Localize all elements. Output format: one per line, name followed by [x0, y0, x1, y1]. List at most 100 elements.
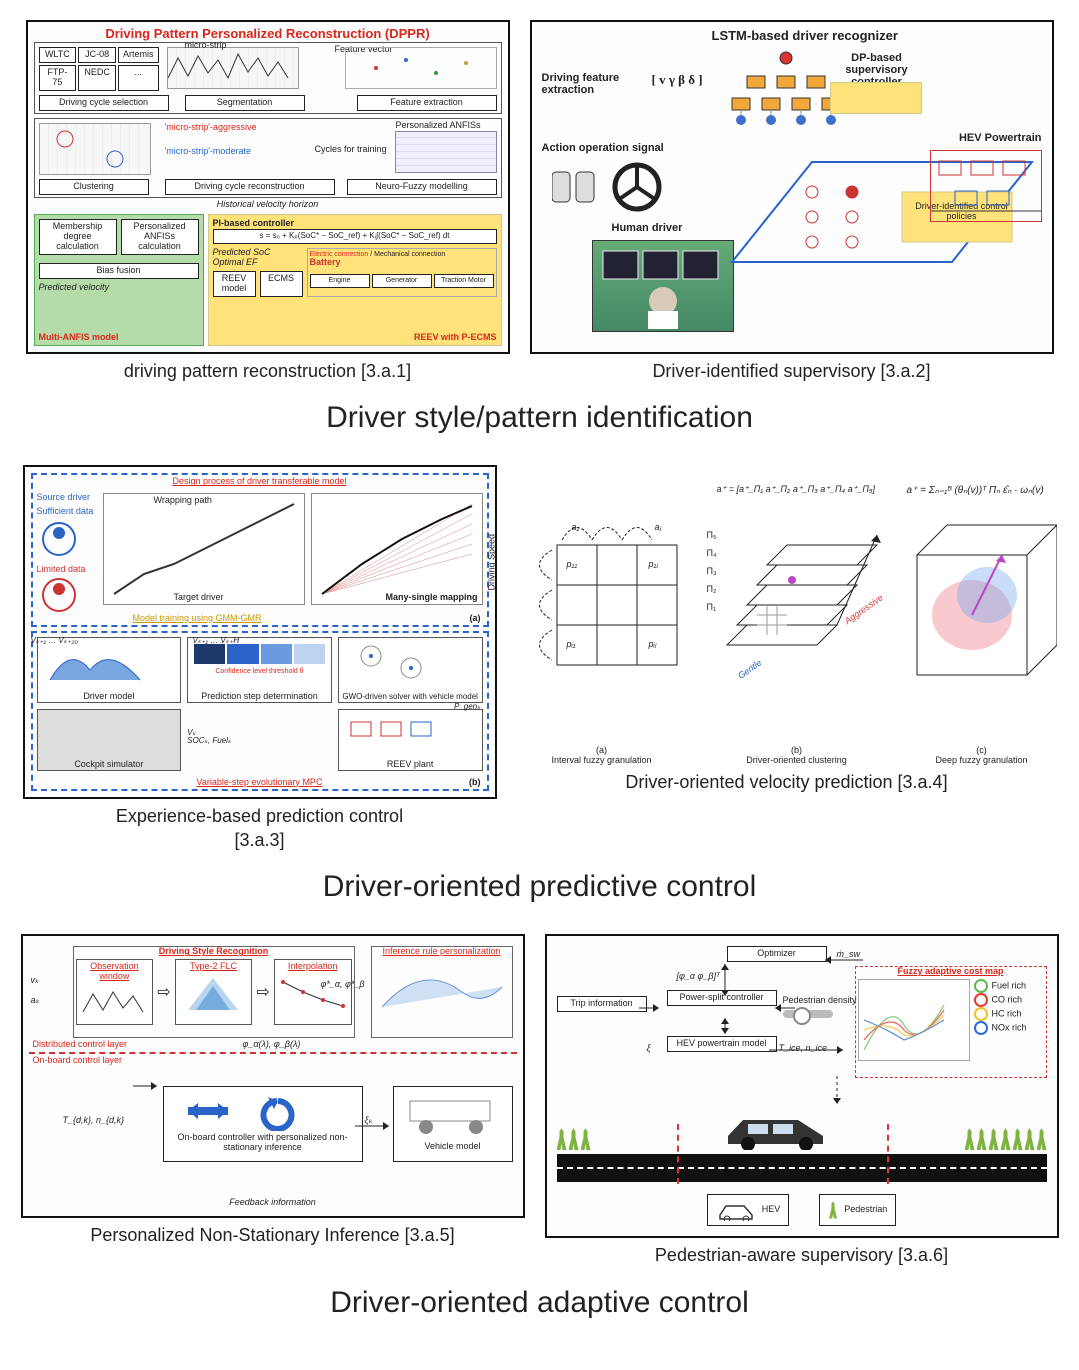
cycle-nedc: NEDC	[78, 65, 116, 91]
anfis-calc: Personalized ANFISs calculation	[121, 219, 199, 255]
label-clustering: Clustering	[39, 179, 149, 195]
interp-label: Interpolation	[277, 962, 349, 972]
micro-strip-label: micro-strip	[185, 41, 227, 51]
hev-legend-icon	[716, 1199, 756, 1221]
cockpit-box: Cockpit simulator	[38, 760, 181, 770]
ak-label: aₖ	[31, 996, 40, 1006]
vk-label: vₖ	[31, 976, 39, 986]
source-driver: Source driver	[37, 493, 91, 503]
phi-lambda: φ_α(λ), φ_β(λ)	[243, 1040, 301, 1050]
flc-label: Type-2 FLC	[178, 962, 250, 972]
hev-block-icon	[930, 150, 1042, 222]
driver-model-box: Driver model	[38, 692, 181, 702]
label-driving-cycle-selection: Driving cycle selection	[39, 95, 169, 111]
design-title: Design process of driver transferable mo…	[33, 477, 487, 487]
membership-calc: Membership degree calculation	[39, 219, 117, 255]
ecms-box: ECMS	[260, 271, 303, 297]
cycle-ftp75: FTP-75	[39, 65, 77, 91]
obs-label: Observation window	[79, 962, 151, 982]
rule-label: Inference rule personalization	[372, 947, 512, 957]
bias-fusion: Bias fusion	[39, 263, 199, 279]
human-driver-label: Human driver	[612, 222, 683, 234]
section-2-title: Driver-oriented predictive control	[20, 870, 1059, 904]
panel-dppr: Driving Pattern Personalized Reconstruct…	[26, 20, 510, 383]
history-label: Historical velocity horizon	[28, 200, 508, 210]
cycle-jc08: JC-08	[78, 47, 116, 63]
pedestrians-left	[557, 1128, 591, 1150]
fig-velocity-pred: a₁ aⱼ p₁₁ p₁ⱼ pᵢ₁ pᵢⱼ a⁺ = [a⁺_Π₁ a⁺_Π₂ …	[517, 465, 1057, 765]
xi-label-6: ξ	[647, 1044, 651, 1054]
lstm-title: LSTM-based driver recognizer	[712, 28, 898, 43]
limited: Limited data	[37, 565, 86, 575]
cycle-wltc: WLTC	[39, 47, 77, 63]
fig-dppr: Driving Pattern Personalized Reconstruct…	[26, 20, 510, 354]
label-feature-extraction: Feature extraction	[357, 95, 497, 111]
sym-vk1: Vₖ₊₁ … Vₖ₊₂₀	[31, 637, 78, 646]
reev-pecms-title: REEV with P-ECMS	[414, 333, 497, 343]
vehicle-model-icon	[398, 1089, 508, 1137]
onboard-layer: On-board control layer	[33, 1056, 123, 1066]
car-icon	[718, 1106, 838, 1150]
mod-label: 'micro-strip'-moderate	[165, 147, 251, 157]
driver-icon-2	[39, 575, 79, 615]
hev-legend: HEV	[762, 1205, 781, 1215]
hev-label: HEV Powertrain	[959, 132, 1042, 144]
dist-layer: Distributed control layer	[33, 1040, 128, 1050]
optimizer-box: Optimizer	[727, 946, 827, 962]
anfis-label: Personalized ANFISs	[395, 121, 480, 131]
panel-experience: Design process of driver transferable mo…	[23, 465, 497, 852]
caption-p6: Pedestrian-aware supervisory [3.a.6]	[655, 1244, 948, 1267]
caption-p2: Driver-identified supervisory [3.a.2]	[652, 360, 930, 383]
costmap-title: Fuzzy adaptive cost map	[856, 967, 1046, 977]
aplus-sum: a⁺ = Σₙ₌₁ᴮ (θₙ(v))ᵀ Πₙ ε̂ₙ · ωₙ(v)	[907, 485, 1044, 496]
phi-star: φ*_α, φ*_β	[320, 980, 364, 990]
fig-supervisory: LSTM-based driver recognizer Driving fea…	[530, 20, 1054, 354]
wrap-label: Wrapping path	[154, 496, 212, 506]
sym-vkh: Vₖ₊₁ … Vₖ₊H	[193, 637, 240, 646]
driving-speed-ylabel: Driving Speed	[488, 534, 497, 591]
reev-plant-box: REEV plant	[339, 760, 482, 770]
fig-nonstationary: vₖ aₖ Driving Style Recognition Observat…	[21, 934, 525, 1218]
sufficient: Sufficient data	[37, 507, 94, 517]
vehicle-model-label: Vehicle model	[398, 1142, 508, 1152]
section-3-title: Driver-oriented adaptive control	[20, 1286, 1059, 1320]
controller-icon	[168, 1091, 358, 1131]
opt-ef: Optimal EF	[213, 258, 303, 268]
panel-nonstationary: vₖ aₖ Driving Style Recognition Observat…	[21, 934, 525, 1247]
panel-supervisory: LSTM-based driver recognizer Driving fea…	[530, 20, 1054, 383]
sub-c-label: Deep fuzzy granulation	[907, 756, 1057, 766]
fig-pedestrian: Optimizer ṁ_sw [φ_α φ_β]ᵀ Trip informati…	[545, 934, 1059, 1238]
sym-pg: P_genₖ	[454, 703, 481, 712]
pedals-wheel-icon	[552, 162, 672, 212]
tdk-label: T_{d,k}, n_{d,k}	[63, 1116, 125, 1126]
many-single: Many-single mapping	[385, 593, 477, 603]
label-neurofuzzy: Neuro-Fuzzy modelling	[347, 179, 497, 195]
dp-box-icon	[830, 82, 922, 114]
sub-b-label: Driver-oriented clustering	[707, 756, 887, 766]
aplus-eq: a⁺ = [a⁺_Π₁ a⁺_Π₂ a⁺_Π₃ a⁺_Π₄ a⁺_Π₅]	[717, 485, 876, 495]
label-segmentation: Segmentation	[185, 95, 305, 111]
battery-label: Battery	[310, 258, 494, 268]
caption-p3: Experience-based prediction control [3.a…	[116, 805, 403, 852]
pi-title: PI-based controller	[213, 219, 497, 229]
feedback-label: Feedback information	[23, 1198, 523, 1208]
gwo-box: GWO-driven solver with vehicle model	[339, 693, 482, 702]
driver-icon	[39, 519, 79, 559]
pred-velocity: Predicted velocity	[39, 283, 199, 293]
stacked-planes-icon	[707, 505, 887, 695]
reev-model: REEV model	[213, 271, 256, 297]
pi-equation: s = s₀ + Kₚ(SoC* − SoC_ref) + Kᵢ∫(SoC* −…	[213, 229, 497, 244]
pedestrians-right	[965, 1128, 1047, 1150]
feat-extraction-label: Driving feature extraction	[542, 72, 642, 96]
caption-p4: Driver-oriented velocity prediction [3.a…	[625, 771, 947, 794]
caption-p5: Personalized Non-Stationary Inference [3…	[90, 1224, 454, 1247]
section-1-title: Driver style/pattern identification	[20, 401, 1059, 435]
dsr-title: Driving Style Recognition	[74, 947, 354, 957]
fig-experience: Design process of driver transferable mo…	[23, 465, 497, 799]
ab-b: (b)	[469, 778, 481, 788]
feat-vector: [ v γ β δ ]	[652, 72, 703, 88]
pedestrian-legend: Pedestrian	[844, 1205, 887, 1215]
panel-pedestrian: Optimizer ṁ_sw [φ_α φ_β]ᵀ Trip informati…	[545, 934, 1059, 1267]
sym-soc: SOCₖ, Fuelₖ	[187, 737, 332, 746]
caption-p1: driving pattern reconstruction [3.a.1]	[124, 360, 411, 383]
